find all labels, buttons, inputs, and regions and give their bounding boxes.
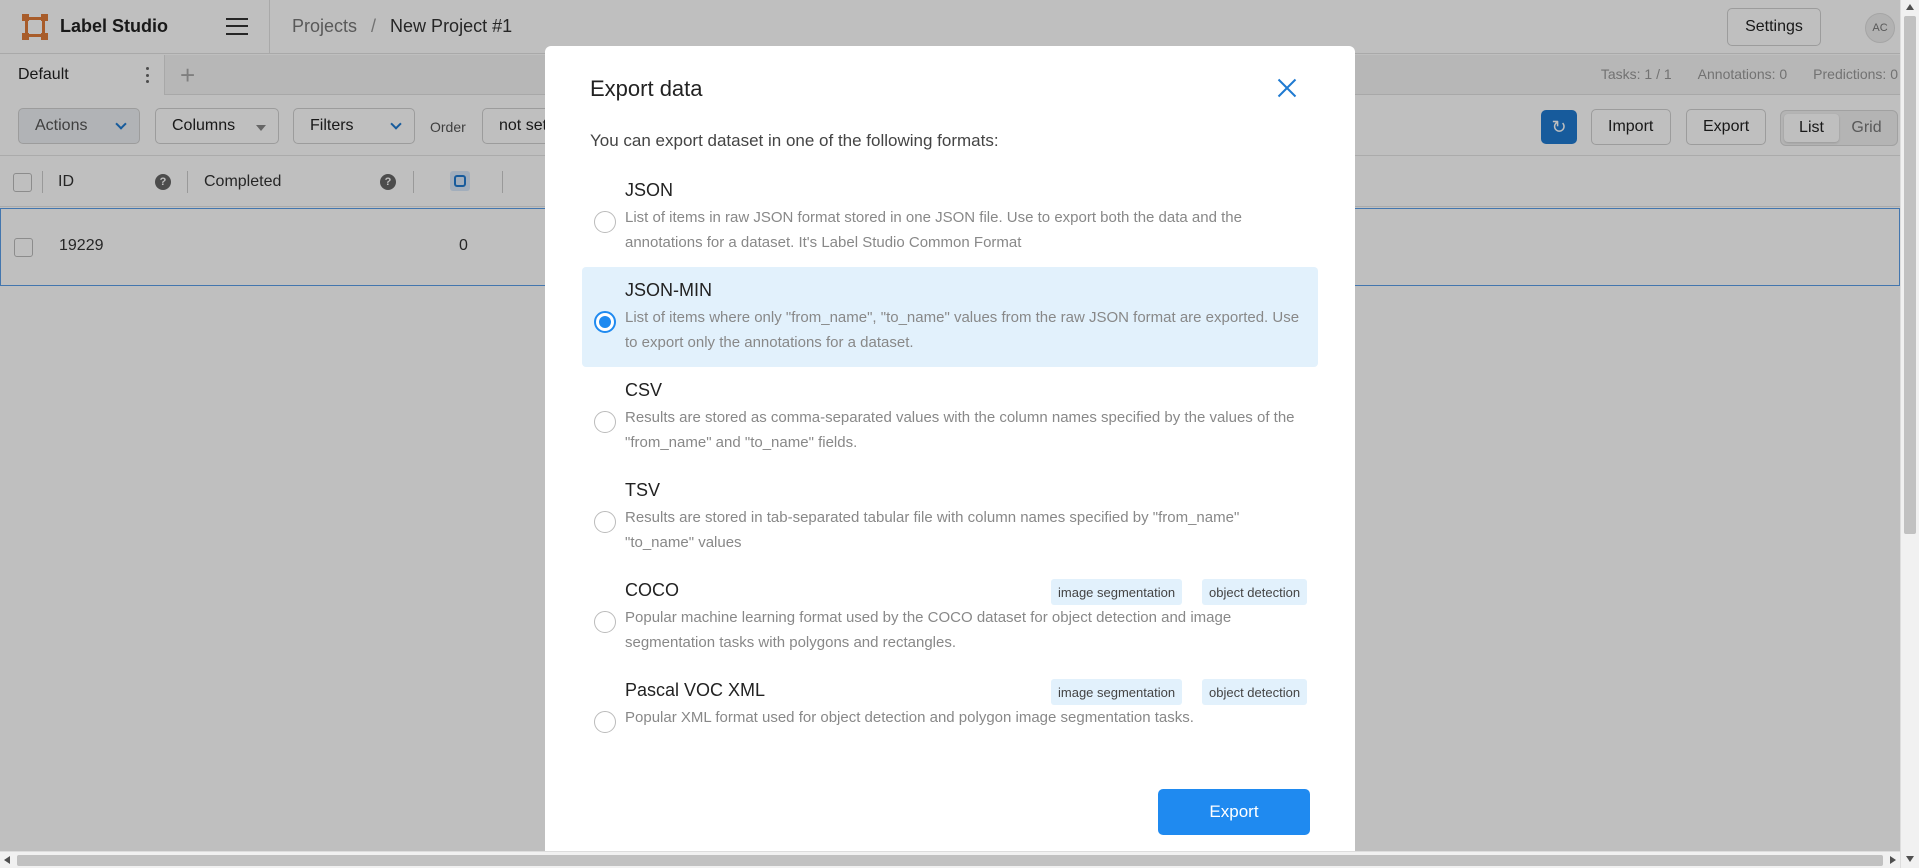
format-description: List of items where only "from_name", "t… (625, 309, 1300, 351)
horizontal-scroll-thumb[interactable] (17, 855, 1883, 866)
format-radio[interactable] (594, 211, 616, 233)
format-radio[interactable] (594, 411, 616, 433)
format-option-pascal-voc-xml[interactable]: Pascal VOC XML image segmentation object… (582, 667, 1318, 767)
format-tag: image segmentation (1051, 679, 1183, 705)
format-title: JSON (625, 180, 674, 200)
export-button[interactable]: Export (1158, 789, 1310, 835)
vertical-scroll-thumb[interactable] (1904, 16, 1916, 534)
scroll-up-arrow-icon[interactable] (1906, 4, 1914, 10)
vertical-scrollbar[interactable] (1900, 0, 1919, 868)
format-title: COCO (625, 580, 679, 600)
dialog-title: Export data (590, 76, 703, 101)
format-title: JSON-MIN (625, 280, 712, 300)
scroll-right-arrow-icon[interactable] (1890, 856, 1896, 864)
format-tag: object detection (1202, 679, 1308, 705)
close-icon[interactable] (1273, 74, 1301, 102)
dialog-description: You can export dataset in one of the fol… (590, 131, 999, 150)
format-tag: object detection (1202, 579, 1308, 605)
format-description: List of items in raw JSON format stored … (625, 209, 1242, 251)
format-description: Results are stored in tab-separated tabu… (625, 509, 1240, 551)
format-radio[interactable] (594, 311, 616, 333)
format-title: TSV (625, 480, 661, 500)
format-radio[interactable] (594, 611, 616, 633)
format-option-coco[interactable]: COCO image segmentation object detection… (582, 567, 1318, 667)
app-root: Label Studio Projects / New Project #1 S… (0, 0, 1900, 868)
format-option-json[interactable]: JSON List of items in raw JSON format st… (582, 167, 1318, 267)
format-description: Popular machine learning format used by … (625, 609, 1232, 651)
format-description: Results are stored as comma-separated va… (625, 409, 1295, 451)
export-dialog: Export data You can export dataset in on… (545, 46, 1355, 868)
format-option-tsv[interactable]: TSV Results are stored in tab-separated … (582, 467, 1318, 567)
format-option-csv[interactable]: CSV Results are stored as comma-separate… (582, 367, 1318, 467)
format-description: Popular XML format used for object detec… (625, 709, 1194, 726)
format-radio[interactable] (594, 711, 616, 733)
scroll-down-arrow-icon[interactable] (1906, 856, 1914, 862)
format-title: Pascal VOC XML (625, 680, 766, 700)
format-title: CSV (625, 380, 663, 400)
format-radio[interactable] (594, 511, 616, 533)
format-option-json-min[interactable]: JSON-MIN List of items where only "from_… (582, 267, 1318, 367)
horizontal-scrollbar[interactable] (0, 851, 1900, 868)
scroll-left-arrow-icon[interactable] (4, 856, 10, 864)
format-tag: image segmentation (1051, 579, 1183, 605)
